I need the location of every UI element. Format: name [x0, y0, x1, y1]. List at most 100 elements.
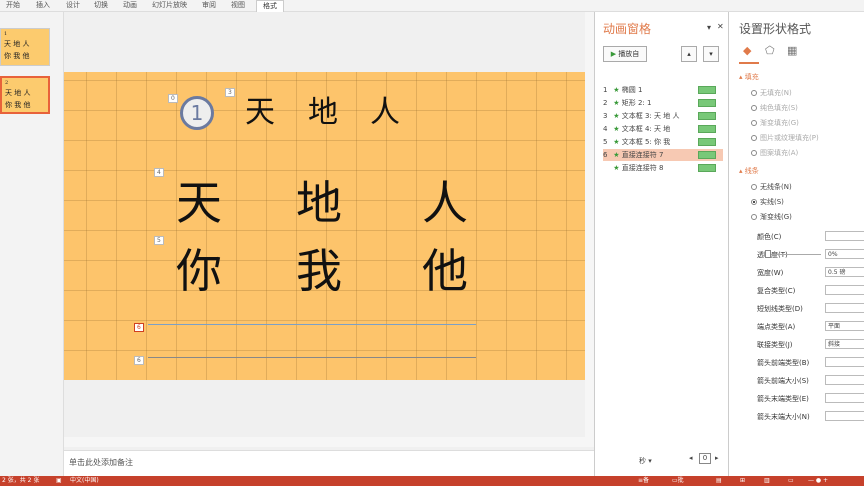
big-char-di[interactable]: 地: [296, 180, 342, 226]
reading-view-icon[interactable]: ▥: [764, 476, 770, 486]
anim-tag: 6: [134, 356, 144, 365]
big-char-tian[interactable]: 天: [176, 180, 222, 226]
format-property-field[interactable]: [825, 357, 864, 367]
format-property-field[interactable]: [825, 303, 864, 313]
fill-option-radio[interactable]: 图片或纹理填充(P): [751, 133, 819, 143]
animation-list-item[interactable]: 4 ★ 文本框 4: 天 地: [603, 123, 723, 135]
star-icon: ★: [613, 151, 620, 159]
tab-home[interactable]: 开始: [6, 0, 20, 10]
slide-sorter-icon[interactable]: ⊞: [740, 476, 745, 486]
notes-toggle[interactable]: ≡ 备注: [638, 476, 649, 494]
star-icon: ★: [613, 164, 620, 172]
format-property-label: 箭头末端大小(N): [757, 413, 810, 421]
tab-design[interactable]: 设计: [66, 0, 80, 10]
line-option-radio[interactable]: 无线条(N): [751, 182, 792, 192]
big-char-ren[interactable]: 人: [422, 180, 468, 226]
animation-list-item[interactable]: 5 ★ 文本框 5: 你 我: [603, 136, 723, 148]
chevron-down-icon[interactable]: ▾: [707, 23, 711, 32]
zoom-in-icon[interactable]: ▸: [715, 454, 719, 462]
move-up-button[interactable]: ▴: [681, 46, 697, 62]
format-property-label: 端点类型(A): [757, 323, 796, 331]
animation-list-item[interactable]: 2 ★ 矩形 2: 1: [603, 97, 723, 109]
fill-option-radio[interactable]: 渐变填充(G): [751, 118, 799, 128]
animation-list-item[interactable]: 1 ★ 椭圆 1: [603, 84, 723, 96]
anim-tag: 6: [134, 323, 144, 332]
line-section-header[interactable]: ▴ 线条: [739, 166, 759, 176]
star-icon: ★: [613, 86, 620, 94]
language-indicator: 中文(中国): [70, 477, 99, 484]
tab-slideshow[interactable]: 幻灯片放映: [152, 0, 187, 10]
comments-toggle[interactable]: ▭ 批注: [672, 476, 684, 494]
connector-line-8[interactable]: [148, 357, 476, 358]
big-char-ta[interactable]: 他: [422, 248, 468, 294]
animation-list-item[interactable]: 6 ★ 直接连接符 7: [603, 149, 723, 161]
line-option-radio[interactable]: 实线(S): [751, 197, 784, 207]
small-char-di[interactable]: 地: [308, 98, 338, 128]
format-property-field[interactable]: 平面: [825, 321, 864, 331]
move-down-button[interactable]: ▾: [703, 46, 719, 62]
format-property-label: 短划线类型(D): [757, 305, 803, 313]
fill-section-header[interactable]: ▴ 填充: [739, 72, 759, 82]
animation-list-item[interactable]: 3 ★ 文本框 3: 天 地 人: [603, 110, 723, 122]
zoom-slider[interactable]: — ● +: [808, 476, 828, 486]
small-char-ren[interactable]: 人: [370, 98, 400, 128]
format-property-field[interactable]: 0%: [825, 249, 864, 259]
play-from-button[interactable]: ▶ 播放自: [603, 46, 647, 62]
tab-review[interactable]: 审阅: [202, 0, 216, 10]
slide-thumbnail-1[interactable]: 1 天 地 人 你 我 他: [0, 28, 50, 66]
line-option-radio[interactable]: 渐变线(G): [751, 212, 792, 222]
format-property-field[interactable]: [825, 411, 864, 421]
size-properties-icon[interactable]: ▦: [787, 44, 797, 57]
notes-placeholder: 单击此处添加备注: [69, 458, 133, 467]
tab-animations[interactable]: 动画: [123, 0, 137, 10]
slideshow-view-icon[interactable]: ▭: [788, 476, 794, 486]
format-property-label: 箭头末端类型(E): [757, 395, 809, 403]
tab-format[interactable]: 格式: [256, 0, 284, 12]
tab-transitions[interactable]: 切换: [94, 0, 108, 10]
slide-editor: 0 3 1 天 地 人 4 天 地 人 5 你 我 他 6 6: [64, 12, 594, 450]
big-char-ni[interactable]: 你: [176, 248, 222, 294]
timeline-bar[interactable]: [698, 151, 716, 159]
format-property-field[interactable]: [825, 231, 864, 241]
fill-line-icon[interactable]: ◆: [743, 44, 751, 57]
format-property-field[interactable]: [825, 375, 864, 385]
timeline-bar[interactable]: [698, 138, 716, 146]
timeline-bar[interactable]: [698, 164, 716, 172]
zoom-out-icon[interactable]: ◂: [689, 454, 693, 462]
normal-view-icon[interactable]: ▤: [716, 476, 722, 486]
horizontal-scrollbar[interactable]: [64, 437, 594, 447]
slide-canvas[interactable]: 0 3 1 天 地 人 4 天 地 人 5 你 我 他 6 6: [64, 72, 585, 380]
spellcheck-icon[interactable]: ▣: [56, 476, 62, 486]
format-property-field[interactable]: [825, 393, 864, 403]
close-icon[interactable]: ✕: [717, 22, 724, 31]
anim-tag: 4: [154, 168, 164, 177]
big-char-wo[interactable]: 我: [296, 248, 342, 294]
animation-list-item[interactable]: ★ 直接连接符 8: [603, 162, 723, 174]
timeline-bar[interactable]: [698, 112, 716, 120]
seconds-dropdown[interactable]: 秒 ▾: [639, 456, 652, 466]
format-pane-title: 设置形状格式: [739, 22, 812, 36]
format-property-field[interactable]: 0.5 磅: [825, 267, 864, 277]
tab-insert[interactable]: 插入: [36, 0, 50, 10]
transparency-slider-track[interactable]: [771, 254, 821, 255]
slide-thumbnail-2[interactable]: 2 天 地 人 你 我 他: [0, 76, 50, 114]
format-property-field[interactable]: 斜接: [825, 339, 864, 349]
chevron-down-icon: ▾: [709, 50, 713, 58]
timeline-bar[interactable]: [698, 99, 716, 107]
timeline-bar[interactable]: [698, 86, 716, 94]
star-icon: ★: [613, 125, 620, 133]
format-property-field[interactable]: [825, 285, 864, 295]
tab-view[interactable]: 视图: [231, 0, 245, 10]
fill-option-radio[interactable]: 无填充(N): [751, 88, 792, 98]
vertical-scrollbar[interactable]: [585, 12, 594, 437]
fill-option-radio[interactable]: 纯色填充(S): [751, 103, 798, 113]
effects-icon[interactable]: ⬠: [765, 44, 775, 57]
fill-option-radio[interactable]: 图案填充(A): [751, 148, 798, 158]
format-property-label: 箭头前端类型(B): [757, 359, 810, 367]
notes-area[interactable]: 单击此处添加备注: [64, 450, 594, 476]
anim-tag: 0: [168, 94, 178, 103]
small-char-tian[interactable]: 天: [245, 98, 275, 128]
connector-line-7[interactable]: [148, 324, 476, 325]
timeline-bar[interactable]: [698, 125, 716, 133]
anim-number-circle[interactable]: 1: [180, 96, 214, 130]
